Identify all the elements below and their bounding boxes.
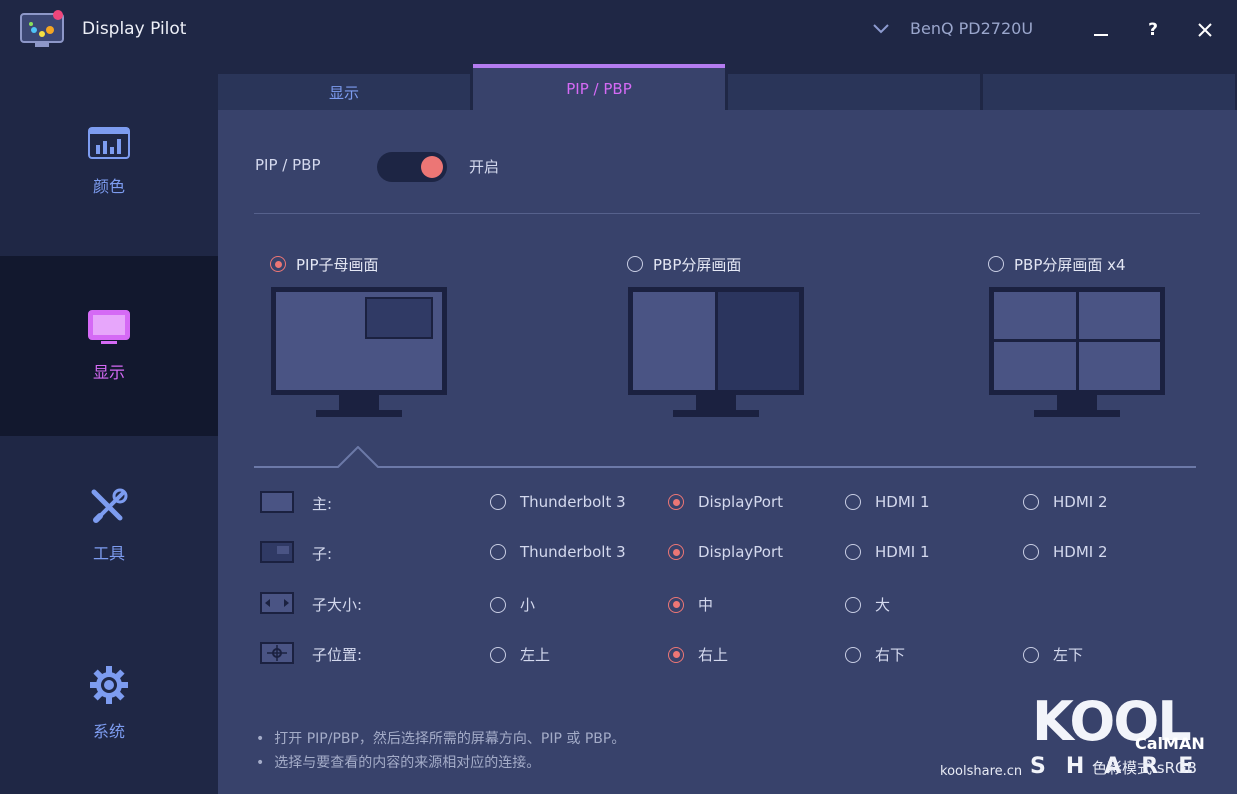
row-sub-source: 子: Thunderbolt 3 DisplayPort HDMI 1 HDMI… bbox=[218, 538, 1237, 568]
option-hdmi1[interactable]: HDMI 1 bbox=[845, 543, 930, 561]
sidebar-item-color[interactable]: 颜色 bbox=[0, 72, 218, 252]
row-sub-position: 子位置: 左上 右上 右下 左下 bbox=[218, 639, 1237, 669]
radio-button[interactable] bbox=[988, 256, 1004, 272]
calman-label: CalMAN bbox=[1135, 734, 1205, 753]
option-bottom-left[interactable]: 左下 bbox=[1023, 644, 1083, 665]
watermark-site: koolshare.cn bbox=[940, 764, 1023, 779]
bar-chart-icon bbox=[88, 127, 130, 159]
toggle-knob bbox=[421, 156, 443, 178]
pbp-monitor-icon bbox=[628, 287, 804, 417]
sidebar-item-display[interactable]: 显示 bbox=[0, 256, 218, 436]
mode-label: PIP子母画面 bbox=[296, 255, 379, 274]
help-notes: 打开 PIP/PBP，然后选择所需的屏幕方向、PIP 或 PBP。 选择与要查看… bbox=[256, 727, 625, 775]
divider bbox=[254, 213, 1200, 214]
gear-icon bbox=[90, 666, 128, 704]
monitor-icon bbox=[88, 310, 130, 344]
sub-position-icon bbox=[260, 642, 294, 664]
option-small[interactable]: 小 bbox=[490, 594, 535, 615]
sub-size-icon bbox=[260, 592, 294, 614]
monitor-selector[interactable]: BenQ PD2720U bbox=[872, 19, 1033, 38]
radio-button[interactable] bbox=[627, 256, 643, 272]
title-bar: Display Pilot BenQ PD2720U ? bbox=[0, 0, 1237, 62]
mode-label: PBP分屏画面 bbox=[653, 255, 742, 274]
mode-pbp-x4[interactable]: PBP分屏画面 x4 bbox=[988, 254, 1188, 417]
sidebar-item-system[interactable]: 系统 bbox=[0, 614, 218, 794]
close-button[interactable] bbox=[1190, 15, 1220, 45]
option-top-right[interactable]: 右上 bbox=[668, 644, 728, 665]
sidebar-item-label: 颜色 bbox=[92, 177, 125, 196]
option-displayport[interactable]: DisplayPort bbox=[668, 493, 783, 511]
sidebar-item-label: 工具 bbox=[92, 544, 125, 563]
sidebar: 颜色 显示 工具 系统 bbox=[0, 72, 218, 794]
option-hdmi2[interactable]: HDMI 2 bbox=[1023, 493, 1108, 511]
row-label: 主: bbox=[312, 495, 333, 513]
option-thunderbolt3[interactable]: Thunderbolt 3 bbox=[490, 493, 626, 511]
option-large[interactable]: 大 bbox=[845, 594, 890, 615]
pbp-x4-monitor-icon bbox=[989, 287, 1165, 417]
minimize-button[interactable] bbox=[1086, 15, 1116, 45]
sub-screen-icon bbox=[260, 541, 294, 563]
monitor-name: BenQ PD2720U bbox=[910, 19, 1034, 38]
row-label: 子大小: bbox=[312, 596, 363, 614]
row-label: 子位置: bbox=[312, 646, 363, 664]
row-main-source: 主: Thunderbolt 3 DisplayPort HDMI 1 HDMI… bbox=[218, 488, 1237, 518]
minimize-icon bbox=[1094, 34, 1108, 36]
main-screen-icon bbox=[260, 491, 294, 513]
option-thunderbolt3[interactable]: Thunderbolt 3 bbox=[490, 543, 626, 561]
tools-icon bbox=[91, 488, 128, 523]
app-title: Display Pilot bbox=[82, 19, 187, 39]
mode-label: PBP分屏画面 x4 bbox=[1014, 255, 1126, 274]
note-item: 选择与要查看的内容的来源相对应的连接。 bbox=[256, 751, 625, 775]
color-mode-label: 色彩模式 sRGB bbox=[1092, 759, 1197, 777]
pip-toggle[interactable] bbox=[377, 152, 447, 182]
tab-pip-pbp[interactable]: PIP / PBP bbox=[473, 64, 725, 110]
radio-button[interactable] bbox=[270, 256, 286, 272]
tab-display[interactable]: 显示 bbox=[218, 74, 470, 110]
option-top-left[interactable]: 左上 bbox=[490, 644, 550, 665]
help-button[interactable]: ? bbox=[1138, 15, 1168, 45]
option-hdmi2[interactable]: HDMI 2 bbox=[1023, 543, 1108, 561]
koolshare-watermark: KOOL SHARE koolshare.cn CalMAN 色彩模式 sRGB bbox=[940, 690, 1230, 790]
pip-monitor-icon bbox=[271, 287, 447, 417]
app-logo-icon bbox=[20, 10, 64, 47]
pip-toggle-state: 开启 bbox=[469, 158, 500, 176]
pip-toggle-label: PIP / PBP bbox=[255, 156, 321, 174]
row-label: 子: bbox=[312, 545, 333, 563]
mode-pbp[interactable]: PBP分屏画面 bbox=[627, 254, 827, 417]
chevron-down-icon bbox=[873, 23, 889, 33]
tab-empty-4[interactable] bbox=[983, 74, 1235, 110]
tab-empty-3[interactable] bbox=[728, 74, 980, 110]
mode-pip[interactable]: PIP子母画面 bbox=[270, 254, 470, 417]
option-medium[interactable]: 中 bbox=[668, 594, 713, 615]
option-bottom-right[interactable]: 右下 bbox=[845, 644, 905, 665]
row-sub-size: 子大小: 小 中 大 bbox=[218, 589, 1237, 619]
option-displayport[interactable]: DisplayPort bbox=[668, 543, 783, 561]
sidebar-item-tools[interactable]: 工具 bbox=[0, 436, 218, 616]
option-hdmi1[interactable]: HDMI 1 bbox=[845, 493, 930, 511]
sidebar-item-label: 显示 bbox=[92, 363, 125, 382]
note-item: 打开 PIP/PBP，然后选择所需的屏幕方向、PIP 或 PBP。 bbox=[256, 727, 625, 751]
selection-pointer bbox=[254, 446, 1196, 468]
sidebar-item-label: 系统 bbox=[92, 722, 125, 741]
tab-bar: 显示 PIP / PBP bbox=[218, 64, 1237, 110]
close-icon bbox=[1198, 23, 1212, 37]
